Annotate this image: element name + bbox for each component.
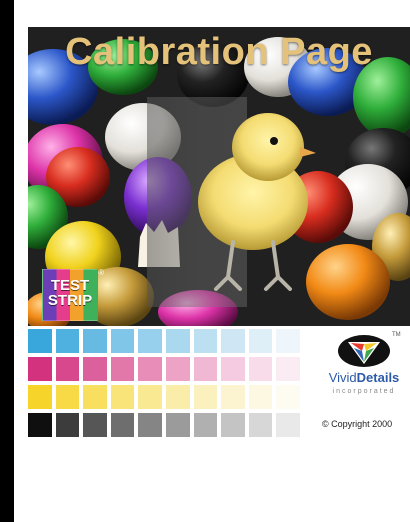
yellow-swatch (248, 385, 273, 409)
black-swatch (276, 413, 300, 437)
trademark-mark: TM (392, 332, 401, 338)
brand-word-details: Details (356, 370, 400, 385)
cyan-swatch (193, 329, 218, 353)
magenta-swatch (110, 357, 135, 381)
magenta-swatch (193, 357, 218, 381)
black-swatch (165, 413, 190, 437)
cyan-swatch (28, 329, 52, 353)
black-swatch (248, 413, 273, 437)
yellow-swatch (165, 385, 190, 409)
cyan-swatch (165, 329, 190, 353)
color-swatch-grid (28, 329, 304, 441)
cyan-swatch-row (28, 329, 304, 353)
copyright-text: © Copyright 2000 (322, 419, 393, 429)
yellow-swatch (221, 385, 245, 409)
black-swatch (138, 413, 162, 437)
yellow-swatch (110, 385, 135, 409)
magenta-swatch (165, 357, 190, 381)
magenta-swatch (221, 357, 245, 381)
magenta-swatch (276, 357, 300, 381)
cyan-swatch (138, 329, 162, 353)
magenta-swatch-row (28, 357, 304, 381)
yellow-swatch (55, 385, 80, 409)
magenta-swatch (248, 357, 273, 381)
vivid-details-logo: TM VividDetails incorporated (318, 332, 410, 404)
magenta-swatch (28, 357, 52, 381)
calibration-photo: Calibration Page TEST STRIP ® (28, 27, 410, 326)
yellow-swatch (28, 385, 52, 409)
black-swatch (193, 413, 218, 437)
cyan-swatch (55, 329, 80, 353)
test-strip-logo: TEST STRIP ® (42, 268, 104, 321)
brand-name: VividDetails (318, 370, 410, 385)
page-title: Calibration Page (65, 31, 373, 73)
logo-line-2: STRIP (47, 292, 93, 309)
cyan-swatch (276, 329, 300, 353)
black-swatch (110, 413, 135, 437)
magenta-swatch (55, 357, 80, 381)
yellow-swatch (83, 385, 107, 409)
yellow-swatch (193, 385, 218, 409)
cyan-swatch (110, 329, 135, 353)
registered-mark: ® (98, 268, 104, 277)
black-swatch-row (28, 413, 304, 437)
black-swatch (83, 413, 107, 437)
magenta-swatch (138, 357, 162, 381)
brand-subtitle: incorporated (332, 388, 396, 395)
black-swatch (221, 413, 245, 437)
yellow-swatch (276, 385, 300, 409)
magenta-swatch (83, 357, 107, 381)
cyan-swatch (221, 329, 245, 353)
black-swatch (28, 413, 52, 437)
cyan-swatch (83, 329, 107, 353)
black-swatch (55, 413, 80, 437)
yellow-swatch (138, 385, 162, 409)
yellow-swatch-row (28, 385, 304, 409)
cyan-swatch (248, 329, 273, 353)
brand-word-vivid: Vivid (328, 370, 357, 385)
v-diamond-logo-icon (338, 335, 390, 367)
